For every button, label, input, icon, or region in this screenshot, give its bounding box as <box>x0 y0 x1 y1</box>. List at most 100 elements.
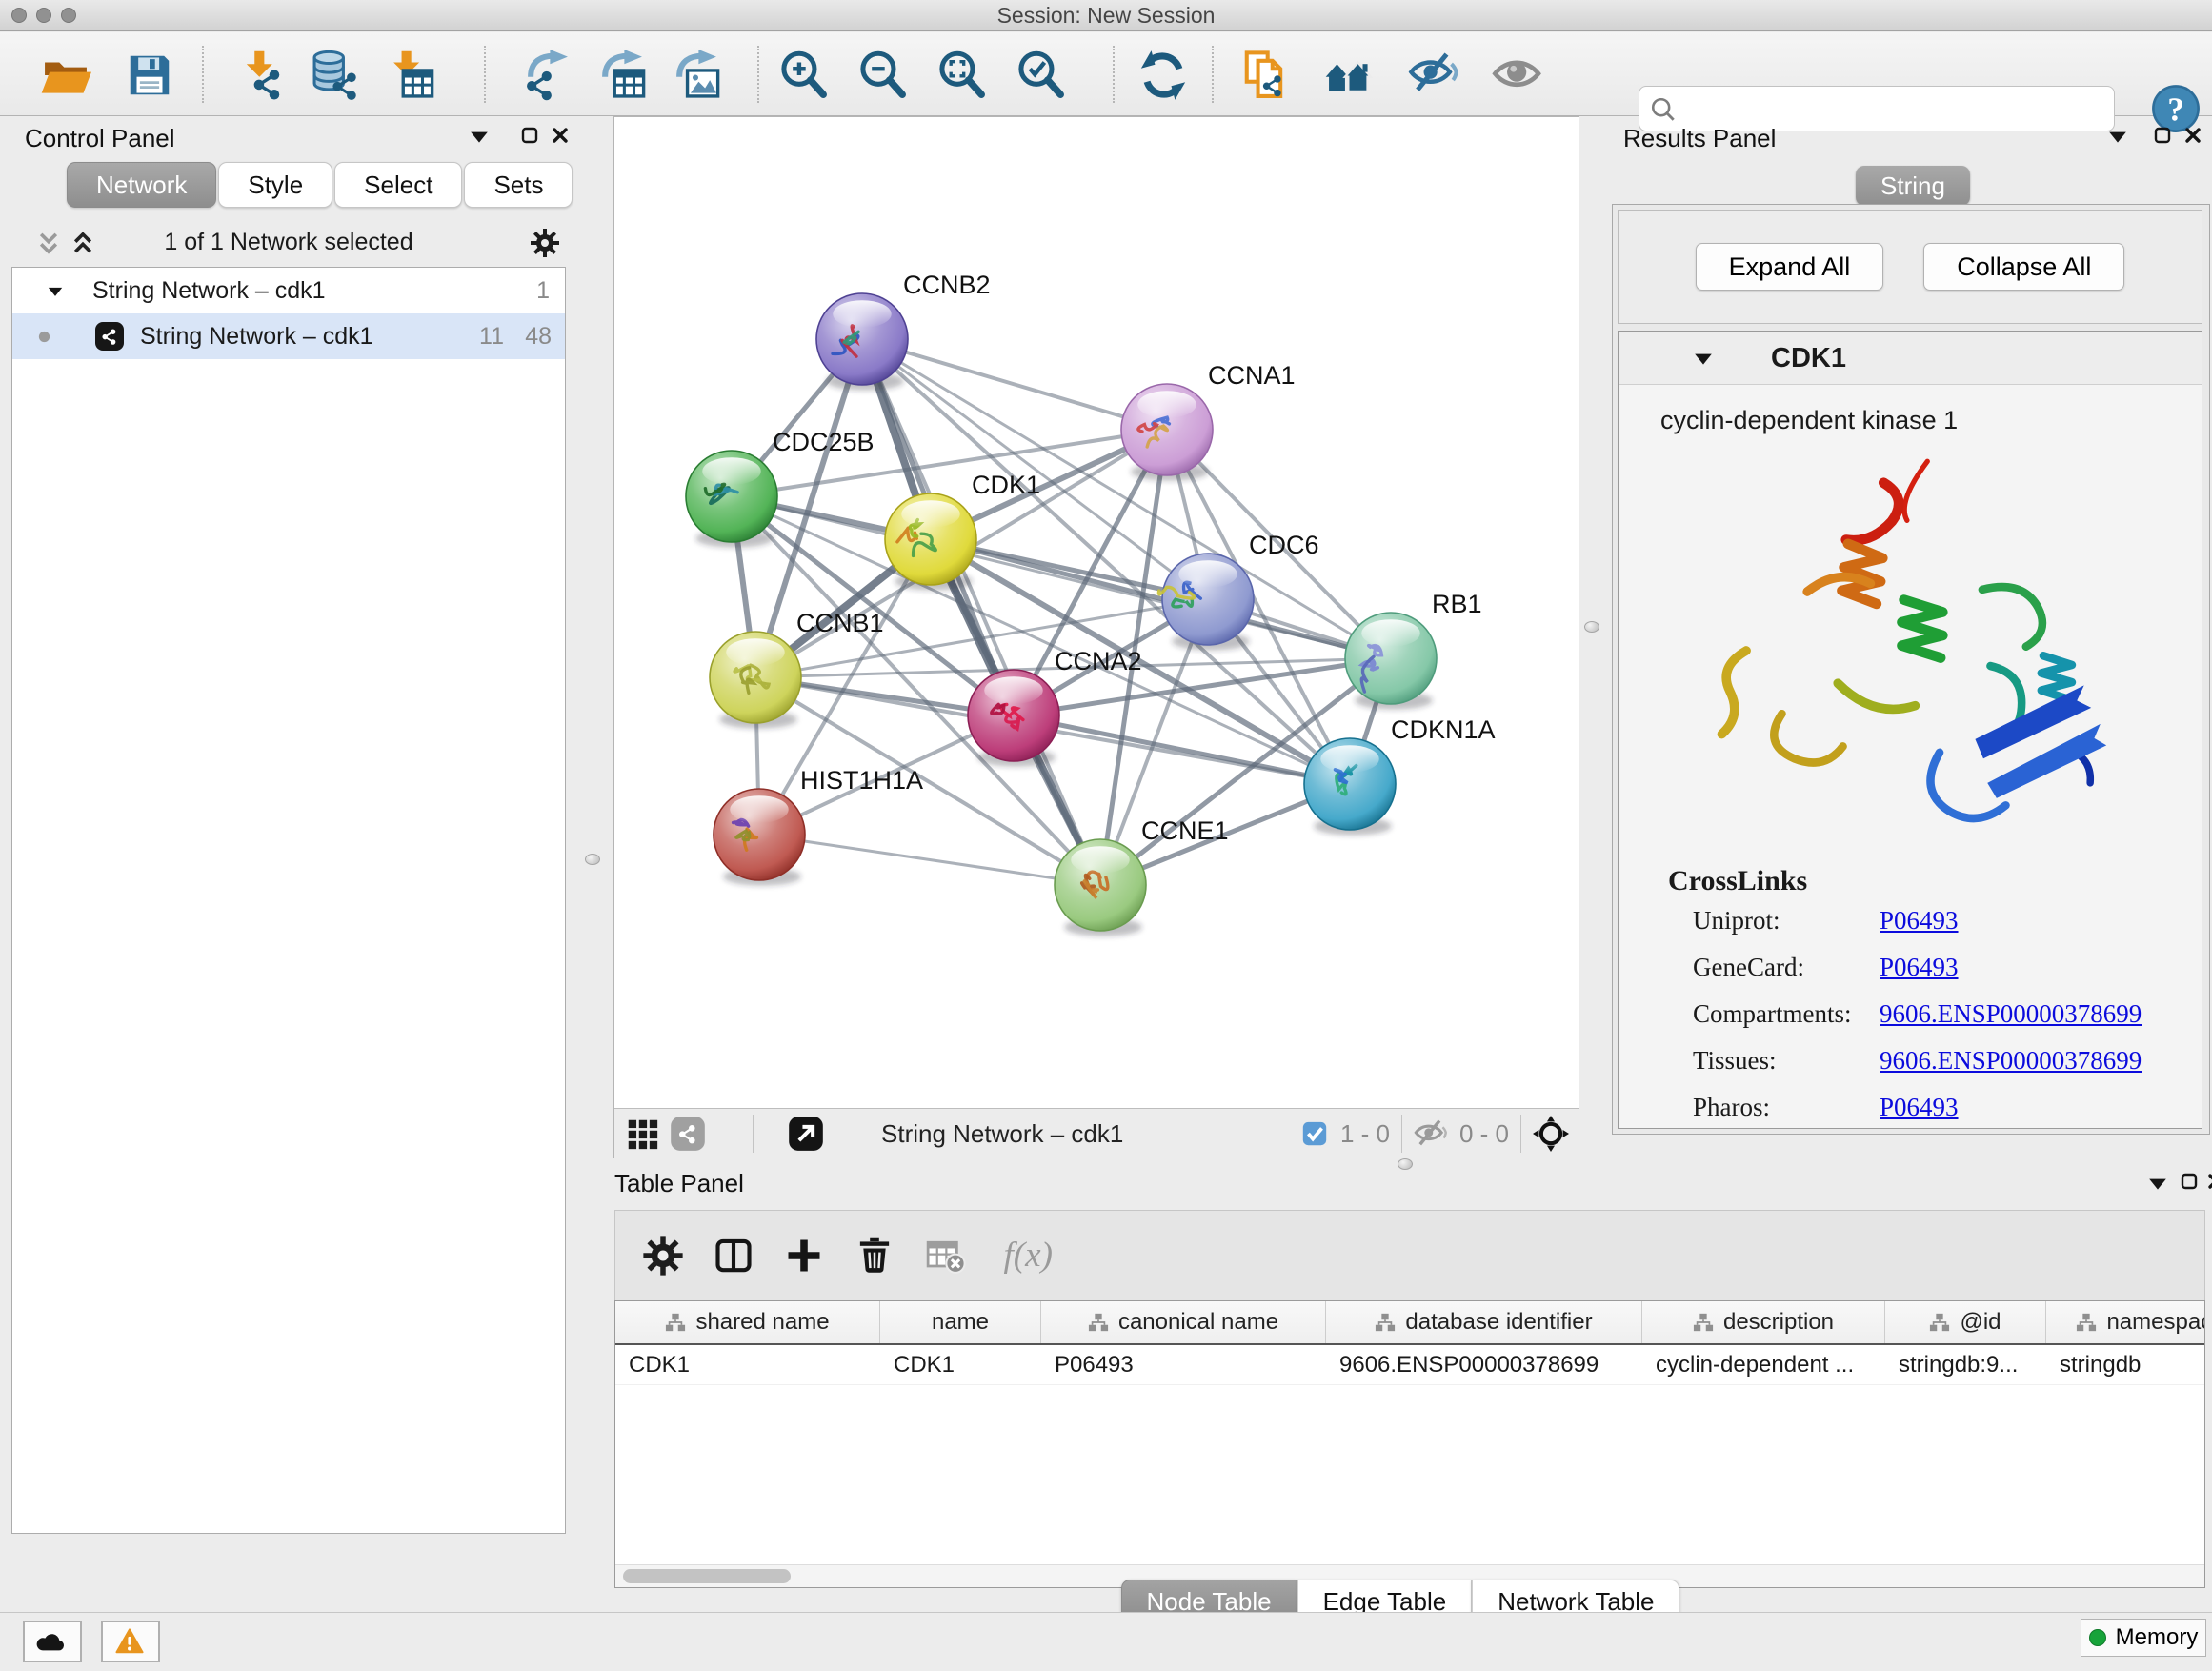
expand-all-button[interactable]: Expand All <box>1696 243 1884 291</box>
save-session-button[interactable] <box>122 48 177 103</box>
network-node-RB1[interactable]: RB1 <box>1345 590 1482 710</box>
tab-style[interactable]: Style <box>218 162 332 208</box>
protein-structure-image <box>1685 446 2133 856</box>
traffic-light-close[interactable] <box>11 8 27 23</box>
export-table-button[interactable] <box>593 48 649 103</box>
table-cell[interactable]: cyclin-dependent ... <box>1642 1345 1885 1384</box>
warnings-button[interactable] <box>101 1621 160 1662</box>
panel-menu-icon[interactable] <box>2107 126 2128 147</box>
crosslink-link[interactable]: P06493 <box>1880 1093 1959 1122</box>
delete-column-icon[interactable] <box>854 1235 895 1277</box>
crosslink-link[interactable]: P06493 <box>1880 953 1959 982</box>
network-node-CDK1[interactable]: CDK1 <box>885 471 1040 591</box>
tree-expander-icon[interactable] <box>47 284 64 298</box>
detach-view-icon[interactable] <box>788 1116 824 1152</box>
float-panel-icon[interactable] <box>2153 126 2172 145</box>
zoom-fit-button[interactable] <box>935 48 990 103</box>
table-cell[interactable]: stringdb:9... <box>1885 1345 2046 1384</box>
tab-network[interactable]: Network <box>67 162 216 208</box>
float-panel-icon[interactable] <box>520 126 539 145</box>
tab-string[interactable]: String <box>1856 166 1970 206</box>
network-badge-icon[interactable] <box>670 1116 706 1152</box>
import-table-button[interactable] <box>382 48 437 103</box>
panel-menu-icon[interactable] <box>469 126 490 147</box>
left-splitter-handle[interactable] <box>585 854 600 865</box>
column-header-name[interactable]: name <box>880 1301 1041 1343</box>
table-options-gear-icon[interactable] <box>642 1235 684 1277</box>
right-splitter-handle[interactable] <box>1584 621 1599 633</box>
network-canvas[interactable]: CCNB2 CCNA1 CDC25B CDK1 CDC6 RB1 CCNB1 C… <box>614 117 1579 1108</box>
hidden-eye-icon[interactable] <box>1414 1117 1448 1151</box>
clone-network-button[interactable] <box>1238 48 1294 103</box>
hide-selected-button[interactable] <box>1406 48 1461 103</box>
node-table: shared namenamecanonical namedatabase id… <box>614 1300 2205 1588</box>
column-header-database-identifier[interactable]: database identifier <box>1326 1301 1642 1343</box>
network-edge[interactable] <box>759 835 1100 885</box>
show-columns-icon[interactable] <box>713 1235 754 1277</box>
edge-count: 48 <box>525 313 552 359</box>
network-node-CCNA1[interactable]: CCNA1 <box>1121 361 1296 481</box>
string-network-icon <box>94 321 125 352</box>
traffic-light-minimize[interactable] <box>36 8 51 23</box>
close-panel-icon[interactable] <box>2183 126 2202 145</box>
grid-view-icon[interactable] <box>624 1116 660 1152</box>
export-image-button[interactable] <box>668 48 723 103</box>
column-header-shared-name[interactable]: shared name <box>615 1301 880 1343</box>
table-cell[interactable]: stringdb <box>2046 1345 2205 1384</box>
column-header-canonical-name[interactable]: canonical name <box>1041 1301 1326 1343</box>
zoom-selected-button[interactable] <box>1014 48 1069 103</box>
toolbar-group <box>38 48 177 103</box>
toolbar-group <box>519 48 723 103</box>
network-node-CCNB2[interactable]: CCNB2 <box>816 271 991 391</box>
network-edge[interactable] <box>1014 715 1350 784</box>
panel-menu-icon[interactable] <box>2147 1173 2168 1194</box>
zoom-in-button[interactable] <box>776 48 832 103</box>
column-header-namespace[interactable]: namespace <box>2046 1301 2205 1343</box>
network-options-gear-icon[interactable] <box>530 228 560 258</box>
first-neighbors-button[interactable] <box>1322 48 1377 103</box>
zoom-out-button[interactable] <box>855 48 911 103</box>
table-cell[interactable]: CDK1 <box>880 1345 1041 1384</box>
export-network-button[interactable] <box>519 48 574 103</box>
collapse-all-button[interactable]: Collapse All <box>1923 243 2124 291</box>
birds-eye-crosshair-icon[interactable] <box>1533 1116 1569 1152</box>
table-cell[interactable]: P06493 <box>1041 1345 1326 1384</box>
apply-layout-button[interactable] <box>1136 48 1191 103</box>
memory-button[interactable]: Memory <box>2081 1619 2206 1657</box>
column-header--id[interactable]: @id <box>1885 1301 2046 1343</box>
network-node-HIST1H1A[interactable]: HIST1H1A <box>714 766 923 886</box>
gene-section-header[interactable]: CDK1 <box>1619 332 2202 385</box>
table-row[interactable]: CDK1CDK1P064939606.ENSP00000378699cyclin… <box>615 1345 2204 1385</box>
network-tree-row[interactable]: String Network – cdk1 11 48 <box>12 313 565 359</box>
network-edge[interactable] <box>862 339 1167 430</box>
tab-select[interactable]: Select <box>334 162 462 208</box>
close-panel-icon[interactable] <box>2206 1172 2212 1191</box>
memory-status-dot <box>2089 1629 2106 1646</box>
traffic-light-zoom[interactable] <box>61 8 76 23</box>
cloud-status-button[interactable] <box>23 1621 82 1662</box>
column-header-description[interactable]: description <box>1642 1301 1885 1343</box>
show-all-button[interactable] <box>1490 48 1545 103</box>
table-cell[interactable]: CDK1 <box>615 1345 880 1384</box>
open-session-button[interactable] <box>38 48 93 103</box>
crosslink-label: Compartments: <box>1693 999 1880 1029</box>
toolbar-separator <box>1212 46 1214 103</box>
table-cell[interactable]: 9606.ENSP00000378699 <box>1326 1345 1642 1384</box>
crosslink-link[interactable]: 9606.ENSP00000378699 <box>1880 999 2142 1029</box>
gene-section: CDK1 cyclin-dependent kinase 1 <box>1618 331 2202 1129</box>
selected-checkbox-icon[interactable] <box>1300 1119 1329 1148</box>
crosslink-link[interactable]: P06493 <box>1880 906 1959 936</box>
add-column-icon[interactable] <box>783 1235 825 1277</box>
close-panel-icon[interactable] <box>551 126 570 145</box>
collapse-section-icon[interactable] <box>1693 350 1714 367</box>
crosslink-row: GeneCard: P06493 <box>1619 944 2202 991</box>
float-panel-icon[interactable] <box>2180 1172 2199 1191</box>
tab-sets[interactable]: Sets <box>464 162 573 208</box>
import-network-from-database-button[interactable] <box>308 48 363 103</box>
hierarchy-column-icon <box>1929 1312 1950 1333</box>
network-tree-row[interactable]: String Network – cdk1 1 <box>12 268 565 313</box>
network-node-CDKN1A[interactable]: CDKN1A <box>1304 715 1496 836</box>
import-network-button[interactable] <box>233 48 289 103</box>
crosslink-link[interactable]: 9606.ENSP00000378699 <box>1880 1046 2142 1076</box>
network-node-CCNE1[interactable]: CCNE1 <box>1055 816 1229 936</box>
